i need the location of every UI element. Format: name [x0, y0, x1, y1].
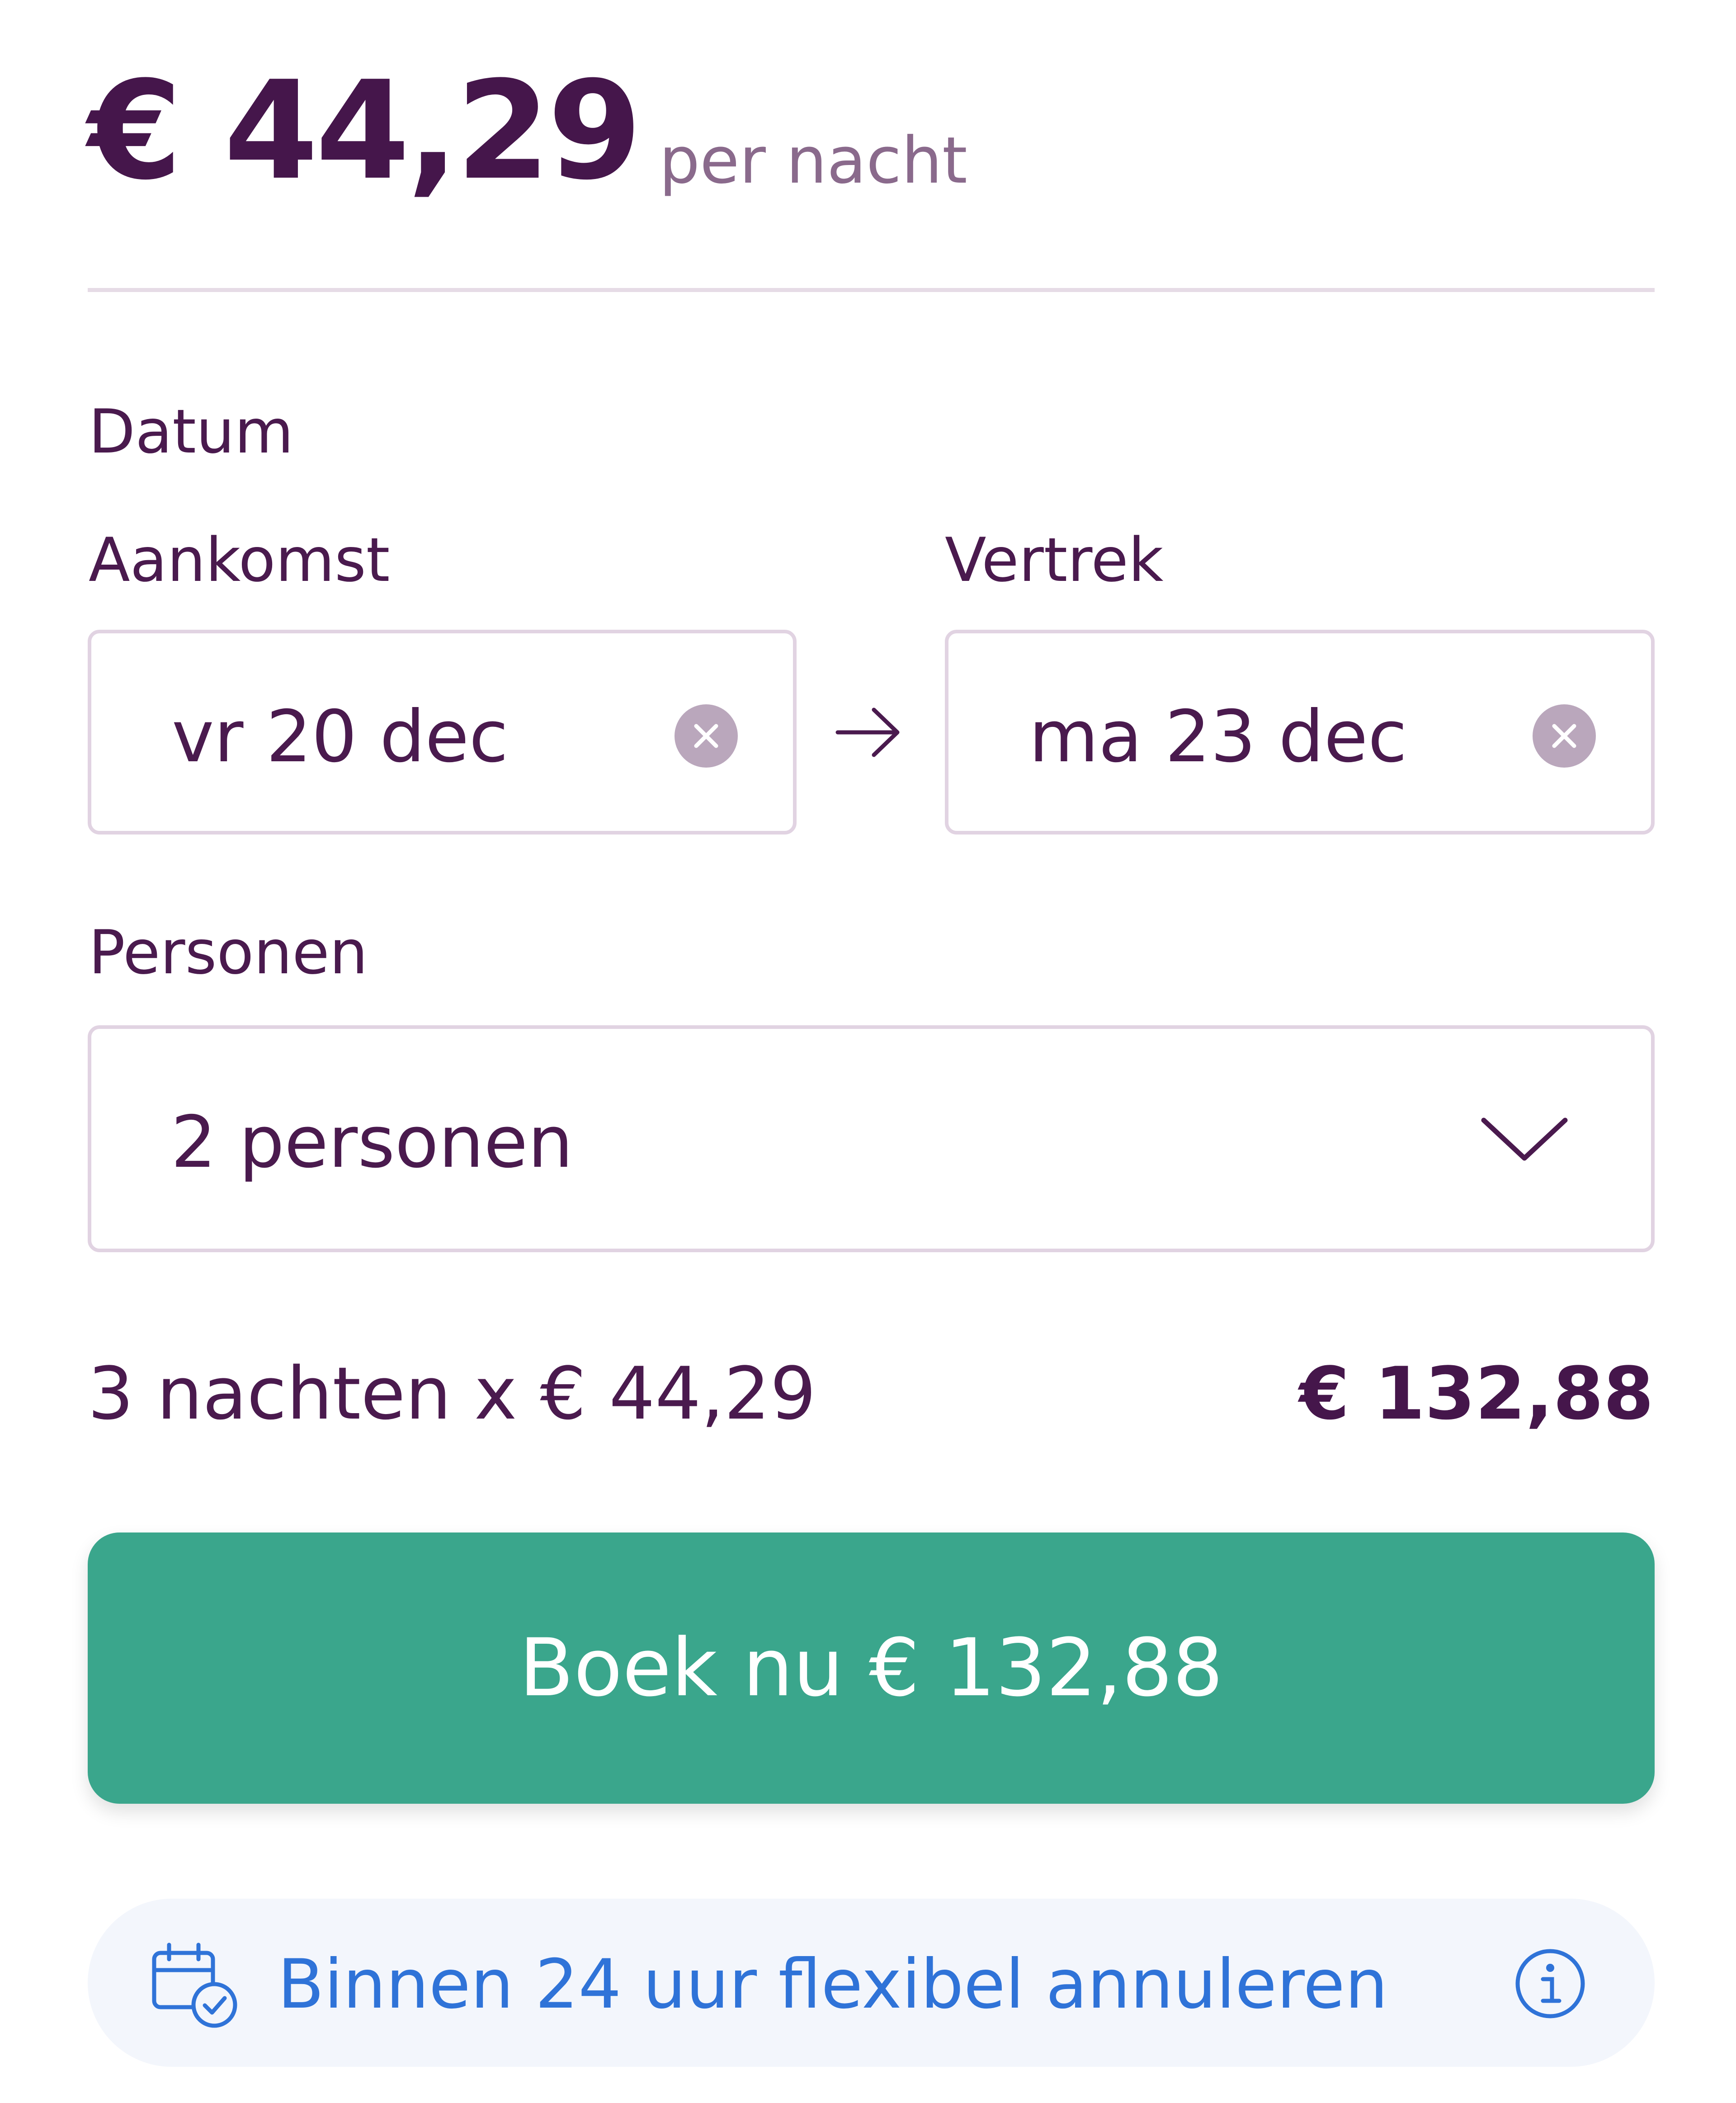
calendar-check-icon: [152, 1943, 237, 2028]
persons-label: Personen: [89, 917, 368, 988]
clear-departure-button[interactable]: [1533, 704, 1596, 768]
price-unit-label: per nacht: [659, 123, 967, 198]
arrival-date-field[interactable]: vr 20 dec: [88, 630, 797, 835]
arrow-right-icon: [835, 707, 900, 757]
flexible-cancel-text: Binnen 24 uur flexibel annuleren: [278, 1945, 1388, 2024]
chevron-down-icon: [1481, 1118, 1568, 1161]
departure-date-value: ma 23 dec: [1029, 695, 1407, 778]
book-now-label: Boek nu € 132,88: [519, 1622, 1223, 1714]
total-price: € 132,88: [1299, 1351, 1654, 1436]
price-per-night: € 44,29: [88, 52, 642, 210]
info-icon[interactable]: [1514, 1947, 1586, 2020]
book-now-button[interactable]: Boek nu € 132,88: [88, 1532, 1655, 1804]
price-calculation: 3 nachten x € 44,29: [88, 1351, 816, 1436]
arrival-label: Aankomst: [89, 525, 390, 595]
persons-select[interactable]: 2 personen: [88, 1025, 1655, 1252]
clear-arrival-button[interactable]: [675, 704, 738, 768]
persons-select-value: 2 personen: [171, 1101, 573, 1184]
close-icon: [694, 724, 718, 748]
divider: [88, 288, 1655, 292]
date-section-label: Datum: [89, 396, 294, 467]
departure-date-field[interactable]: ma 23 dec: [945, 630, 1655, 835]
close-icon: [1552, 724, 1576, 748]
departure-label: Vertrek: [945, 525, 1164, 595]
arrival-date-value: vr 20 dec: [172, 695, 509, 778]
flexible-cancel-banner[interactable]: Binnen 24 uur flexibel annuleren: [88, 1899, 1655, 2067]
